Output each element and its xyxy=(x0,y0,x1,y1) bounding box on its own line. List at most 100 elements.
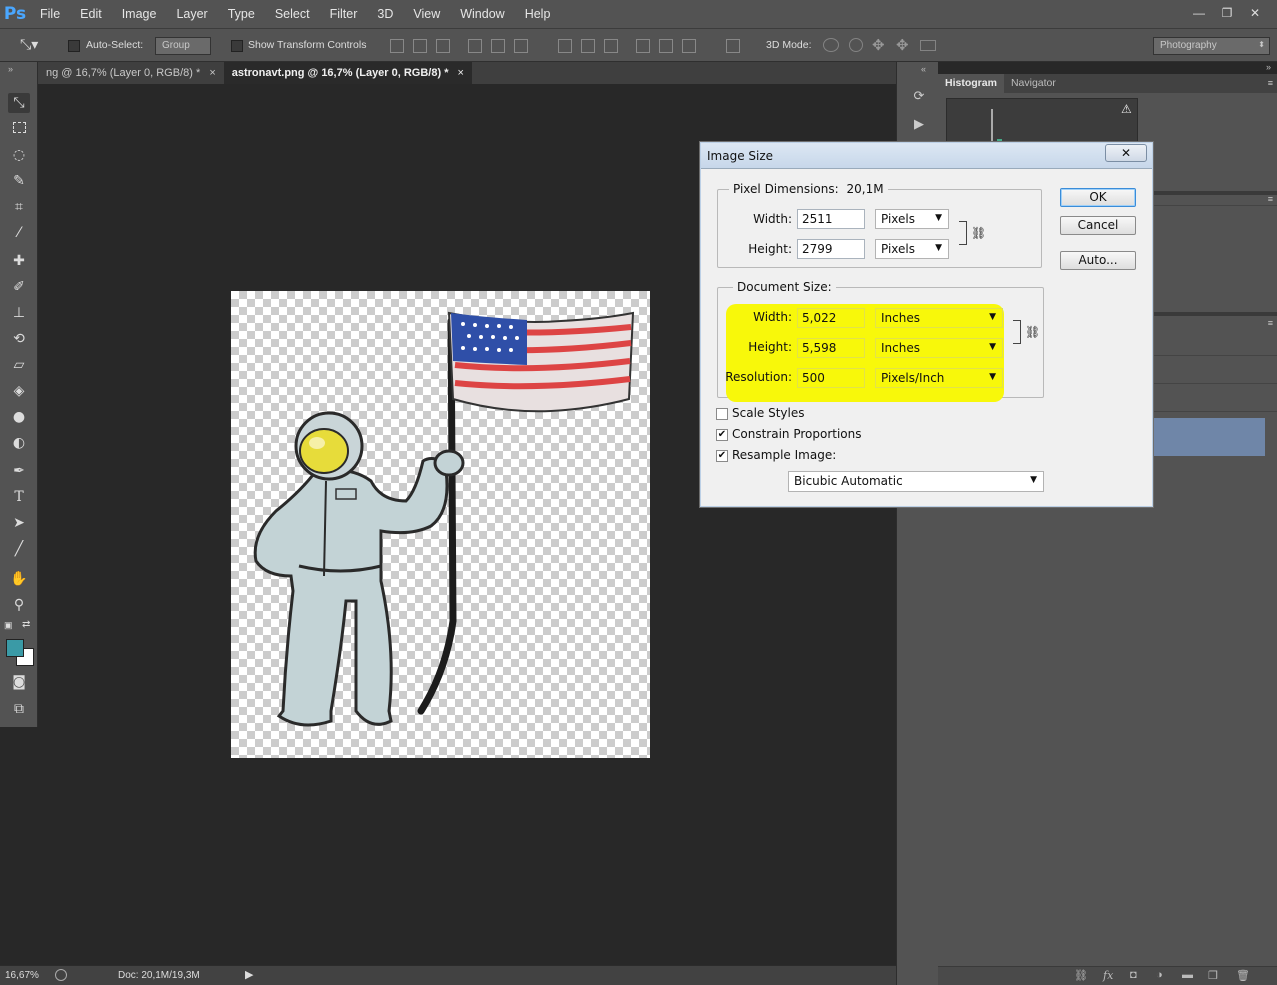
healing-brush-tool-icon[interactable]: ✚ xyxy=(8,251,30,271)
px-height-input[interactable]: 2799 xyxy=(797,239,865,259)
constrain-proportions-checkbox[interactable]: ✔ xyxy=(716,429,728,441)
line-tool-icon[interactable]: ╱ xyxy=(8,539,30,559)
restore-button[interactable]: ❐ xyxy=(1213,6,1241,22)
tab-navigator[interactable]: Navigator xyxy=(1004,74,1063,93)
doc-height-unit-select[interactable]: Inches ▼ xyxy=(875,338,1003,358)
fx-icon[interactable]: fx xyxy=(1103,969,1113,982)
brush-tool-icon[interactable]: ✐ xyxy=(8,277,30,297)
dodge-tool-icon[interactable]: ◐ xyxy=(8,433,30,453)
add-mask-icon[interactable]: ◘ xyxy=(1130,969,1137,981)
adjustment-layer-icon[interactable]: ◑ xyxy=(1156,969,1163,981)
resolution-unit-select[interactable]: Pixels/Inch ▼ xyxy=(875,368,1003,388)
dialog-close-button[interactable]: ✕ xyxy=(1105,144,1147,162)
eraser-tool-icon[interactable]: ▱ xyxy=(8,355,30,375)
px-width-input[interactable]: 2511 xyxy=(797,209,865,229)
distribute-left-icon[interactable] xyxy=(636,39,650,53)
auto-button[interactable]: Auto... xyxy=(1060,251,1136,270)
menu-view[interactable]: View xyxy=(403,0,450,28)
menu-help[interactable]: Help xyxy=(515,0,561,28)
clone-stamp-tool-icon[interactable]: ⊥ xyxy=(8,303,30,323)
tab-document-2[interactable]: astronavt.png @ 16,7% (Layer 0, RGB/8) *… xyxy=(223,62,472,84)
eyedropper-tool-icon[interactable]: ⁄ xyxy=(8,223,30,243)
foreground-color-swatch[interactable] xyxy=(6,639,24,657)
status-icon[interactable] xyxy=(55,969,67,981)
default-colors-icon[interactable]: ▣ xyxy=(4,620,13,631)
distribute-hcenter-icon[interactable] xyxy=(659,39,673,53)
screen-mode-icon[interactable]: ⧉ xyxy=(8,699,30,719)
history-panel-icon[interactable]: ⟳ xyxy=(909,88,929,108)
3d-pan-icon[interactable]: ✥ xyxy=(872,36,885,54)
tab-document-1[interactable]: ng @ 16,7% (Layer 0, RGB/8) * × xyxy=(38,62,224,84)
toolbar-collapse-icon[interactable]: » xyxy=(8,64,13,74)
status-menu-arrow-icon[interactable]: ▶ xyxy=(245,968,253,981)
crop-tool-icon[interactable]: ⌗ xyxy=(8,197,30,217)
3d-scale-icon[interactable] xyxy=(920,40,936,51)
history-brush-tool-icon[interactable]: ⟲ xyxy=(8,329,30,349)
document-canvas[interactable] xyxy=(231,291,650,758)
resolution-input[interactable]: 500 xyxy=(797,368,865,388)
auto-align-icon[interactable] xyxy=(726,39,740,53)
align-left-icon[interactable] xyxy=(468,39,482,53)
path-selection-tool-icon[interactable]: ➤ xyxy=(8,513,30,533)
distribute-bottom-icon[interactable] xyxy=(604,39,618,53)
align-hcenter-icon[interactable] xyxy=(491,39,505,53)
resample-method-select[interactable]: Bicubic Automatic ▼ xyxy=(788,471,1044,492)
zoom-level[interactable]: 16,67% xyxy=(5,970,39,981)
hand-tool-icon[interactable]: ✋ xyxy=(8,569,30,589)
px-width-unit-select[interactable]: Pixels ▼ xyxy=(875,209,949,229)
scale-styles-label[interactable]: Scale Styles xyxy=(732,406,805,420)
new-layer-icon[interactable]: ❐ xyxy=(1208,969,1218,982)
align-bottom-icon[interactable] xyxy=(436,39,450,53)
menu-edit[interactable]: Edit xyxy=(70,0,112,28)
menu-select[interactable]: Select xyxy=(265,0,320,28)
tab-close-icon[interactable]: × xyxy=(458,67,464,79)
distribute-top-icon[interactable] xyxy=(558,39,572,53)
tab-histogram[interactable]: Histogram xyxy=(938,74,1004,93)
menu-image[interactable]: Image xyxy=(112,0,167,28)
link-layers-icon[interactable]: ⛓ xyxy=(1074,969,1088,982)
show-transform-checkbox[interactable] xyxy=(231,40,243,52)
doc-height-input[interactable]: 5,598 xyxy=(797,338,865,358)
auto-select-dropdown[interactable]: Group xyxy=(155,37,211,55)
align-top-icon[interactable] xyxy=(390,39,404,53)
menu-window[interactable]: Window xyxy=(450,0,514,28)
resample-image-label[interactable]: Resample Image: xyxy=(732,448,836,462)
actions-panel-icon[interactable]: ▶ xyxy=(909,116,929,136)
panel-menu-icon[interactable]: ≡ xyxy=(1268,194,1273,204)
histogram-warning-icon[interactable]: ⚠ xyxy=(1121,102,1132,116)
tab-close-icon[interactable]: × xyxy=(209,67,215,79)
3d-slide-icon[interactable]: ✥ xyxy=(896,36,909,54)
panel-collapse-icon[interactable]: » xyxy=(1266,62,1271,72)
distribute-right-icon[interactable] xyxy=(682,39,696,53)
paint-bucket-tool-icon[interactable]: ◈ xyxy=(8,381,30,401)
blur-tool-icon[interactable]: ● xyxy=(8,407,30,427)
quick-select-tool-icon[interactable]: ✎ xyxy=(8,171,30,191)
align-right-icon[interactable] xyxy=(514,39,528,53)
dialog-title-bar[interactable]: Image Size xyxy=(701,143,1152,169)
3d-rotate-icon[interactable] xyxy=(823,38,839,52)
marquee-tool-icon[interactable] xyxy=(8,119,30,139)
scale-styles-checkbox[interactable] xyxy=(716,408,728,420)
doc-width-input[interactable]: 5,022 xyxy=(797,308,865,328)
pen-tool-icon[interactable]: ✒ xyxy=(8,461,30,481)
menu-layer[interactable]: Layer xyxy=(166,0,217,28)
px-height-unit-select[interactable]: Pixels ▼ xyxy=(875,239,949,259)
constrain-proportions-label[interactable]: Constrain Proportions xyxy=(732,427,862,441)
zoom-tool-icon[interactable]: ⚲ xyxy=(8,595,30,615)
dock-collapse-icon[interactable]: « xyxy=(921,64,926,74)
minimize-button[interactable]: — xyxy=(1185,6,1213,22)
move-tool-icon[interactable]: ⤡▾ xyxy=(20,37,38,53)
auto-select-checkbox[interactable] xyxy=(68,40,80,52)
3d-roll-icon[interactable] xyxy=(849,38,863,52)
doc-width-unit-select[interactable]: Inches ▼ xyxy=(875,308,1003,328)
menu-filter[interactable]: Filter xyxy=(320,0,368,28)
new-group-icon[interactable]: ▬ xyxy=(1182,969,1193,981)
close-window-button[interactable]: ✕ xyxy=(1241,6,1269,22)
resample-image-checkbox[interactable]: ✔ xyxy=(716,450,728,462)
swap-colors-icon[interactable]: ⇄ xyxy=(22,619,30,630)
distribute-vcenter-icon[interactable] xyxy=(581,39,595,53)
type-tool-icon[interactable]: T xyxy=(8,487,30,507)
menu-file[interactable]: File xyxy=(30,0,70,28)
panel-menu-icon[interactable]: ≡ xyxy=(1268,318,1273,328)
lasso-tool-icon[interactable]: ◌ xyxy=(8,145,30,165)
